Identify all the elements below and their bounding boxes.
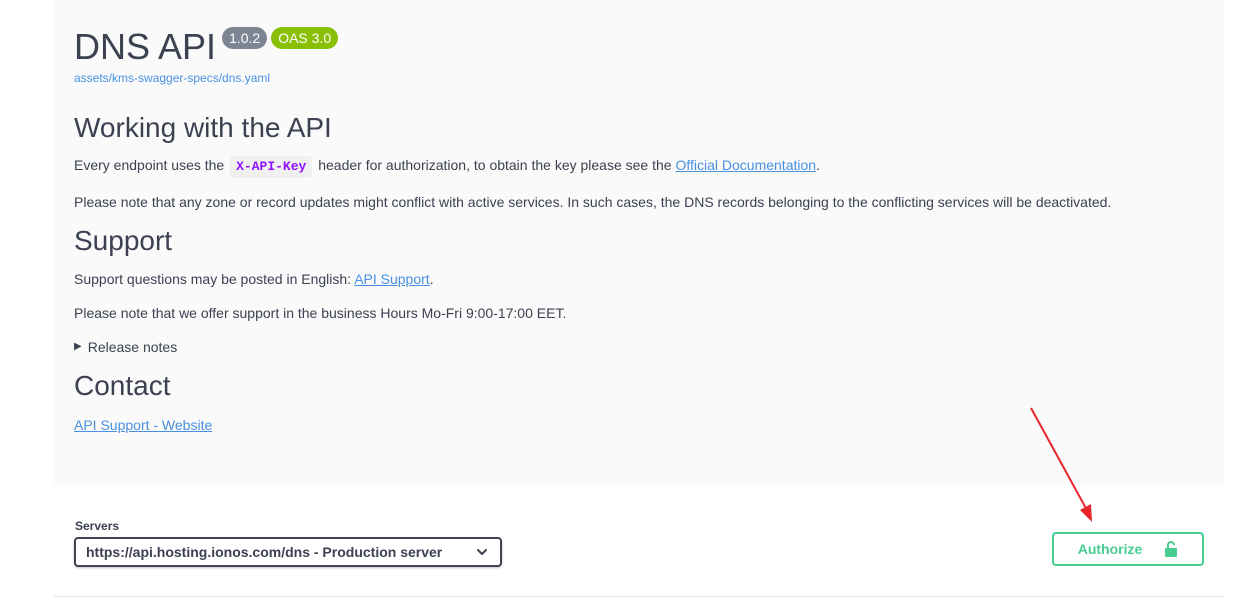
auth-text-before: Every endpoint uses the [74, 157, 229, 173]
contact-paragraph: API Support - Website [74, 416, 212, 434]
support-text-before: Support questions may be posted in Engli… [74, 271, 355, 287]
chevron-down-icon [477, 549, 487, 555]
support-text-after: . [429, 271, 434, 287]
authorize-button[interactable]: Authorize [1052, 532, 1204, 566]
oas-badge: OAS 3.0 [271, 27, 339, 49]
conflict-note: Please note that any zone or record upda… [74, 194, 1112, 210]
working-heading: Working with the API [74, 112, 332, 143]
version-badge: 1.0.2 [222, 27, 268, 49]
release-notes-label: Release notes [87, 339, 178, 355]
auth-paragraph: Every endpoint uses the X-API-Key header… [74, 156, 820, 178]
unlocked-padlock-icon [1165, 541, 1178, 557]
servers-select[interactable]: https://api.hosting.ionos.com/dns - Prod… [74, 537, 502, 567]
authorize-label: Authorize [1077, 541, 1143, 557]
support-heading: Support [74, 225, 173, 256]
title-row: DNS API 1.0.2 OAS 3.0 [74, 24, 339, 70]
support-paragraph: Support questions may be posted in Engli… [74, 270, 434, 288]
official-documentation-link[interactable]: Official Documentation [675, 157, 816, 173]
servers-selected-value: https://api.hosting.ionos.com/dns - Prod… [86, 544, 443, 560]
auth-text-after: . [816, 157, 820, 173]
servers-label: Servers [75, 519, 120, 533]
contact-heading: Contact [74, 370, 171, 401]
api-support-link[interactable]: API Support [354, 271, 430, 287]
api-key-code: X-API-Key [230, 156, 313, 178]
auth-text-middle: header for authorization, to obtain the … [314, 157, 676, 173]
swagger-page: DNS API 1.0.2 OAS 3.0 assets/kms-swagger… [0, 0, 1255, 606]
page-title: DNS API [74, 26, 217, 67]
spec-file-link[interactable]: assets/kms-swagger-specs/dns.yaml [74, 71, 270, 85]
bottom-divider [54, 596, 1224, 597]
support-hours-note: Please note that we offer support in the… [74, 305, 567, 321]
disclosure-triangle-icon: ▶ [74, 341, 82, 352]
api-support-website-link[interactable]: API Support - Website [74, 417, 212, 433]
release-notes-toggle[interactable]: ▶ Release notes [74, 338, 177, 356]
